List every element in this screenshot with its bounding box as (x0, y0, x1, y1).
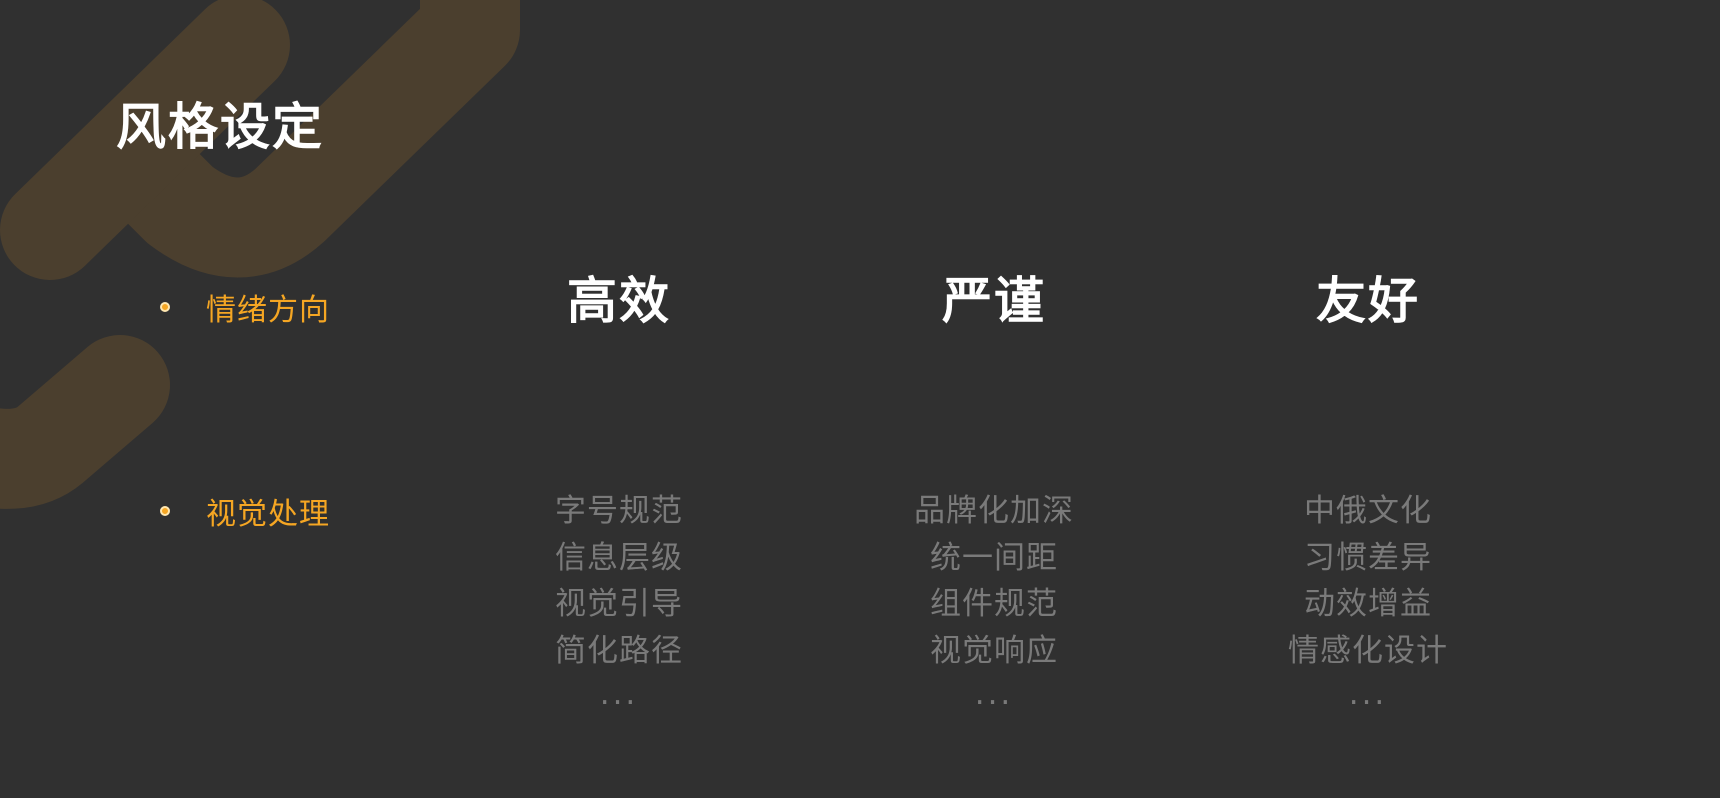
list-ellipsis: ... (974, 676, 1014, 712)
list-item: 视觉引导 (555, 586, 683, 622)
list-item: 简化路径 (555, 632, 683, 669)
list-item: 习惯差异 (1304, 539, 1432, 576)
bullet-dot-icon (160, 302, 170, 312)
page-title: 风格设定 (116, 98, 324, 156)
list-item: 组件规范 (930, 586, 1058, 622)
column-heading-rigorous: 严谨 (942, 272, 1046, 330)
column-heading-efficient: 高效 (567, 272, 671, 330)
row-label-emotion: 情绪方向 (160, 285, 330, 329)
list-ellipsis: ... (599, 676, 639, 712)
column-heading-friendly: 友好 (1316, 272, 1420, 330)
list-item: 动效增益 (1304, 586, 1432, 622)
list-item: 字号规范 (555, 493, 683, 529)
column-list-efficient: 字号规范 信息层级 视觉引导 简化路径 ... (489, 488, 749, 714)
visual-treatment-label: 视觉处理 (206, 497, 330, 532)
list-item: 统一间距 (930, 539, 1058, 576)
column-list-friendly: 中俄文化 习惯差异 动效增益 情感化设计 ... (1238, 488, 1498, 714)
list-item: 品牌化加深 (914, 493, 1074, 529)
bullet-dot-icon (160, 506, 170, 516)
list-item: 中俄文化 (1304, 493, 1432, 529)
emotion-direction-label: 情绪方向 (206, 293, 330, 328)
list-ellipsis: ... (1348, 676, 1388, 712)
list-item: 情感化设计 (1288, 632, 1448, 669)
list-item: 视觉响应 (930, 632, 1058, 669)
column-list-rigorous: 品牌化加深 统一间距 组件规范 视觉响应 ... (864, 488, 1124, 714)
list-item: 信息层级 (555, 539, 683, 576)
row-label-visual: 视觉处理 (160, 489, 330, 533)
